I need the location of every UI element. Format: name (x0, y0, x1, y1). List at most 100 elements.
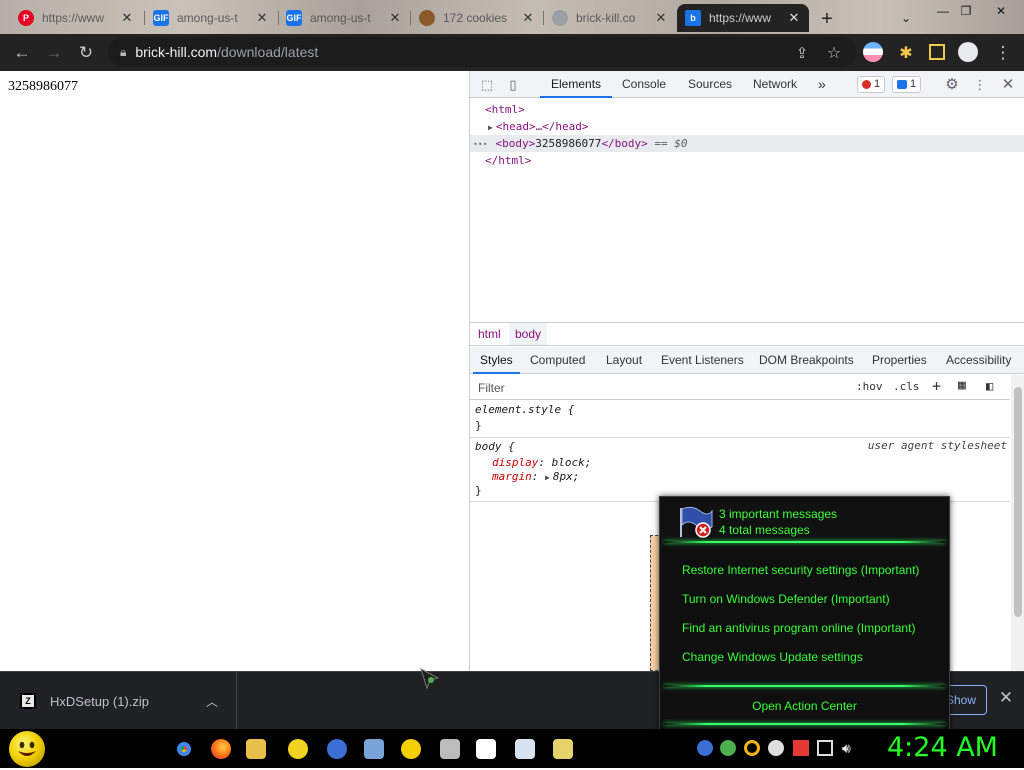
more-tabs-icon[interactable]: » (818, 71, 826, 98)
margin-declaration[interactable]: margin: ▶ 8px; (492, 469, 579, 485)
tab-styles[interactable]: Styles (473, 347, 520, 374)
share-icon[interactable]: ⇪ (790, 41, 814, 65)
reload-button[interactable]: ↻ (74, 41, 98, 65)
window-close-button[interactable]: ✕ (990, 2, 1012, 20)
breadcrumb-body[interactable]: body (509, 323, 548, 345)
filter-input[interactable] (476, 379, 846, 396)
action-item-windows-defender[interactable]: Turn on Windows Defender (Important) (682, 592, 890, 606)
smiley-app-icon[interactable] (288, 739, 308, 759)
files-icon[interactable] (553, 739, 573, 759)
tab-properties[interactable]: Properties (872, 347, 927, 374)
dom-node-head[interactable]: ▶ <head>…</head> (488, 118, 589, 135)
gear-icon[interactable]: ⚙ (943, 76, 961, 94)
tray-status-icon[interactable] (768, 740, 784, 756)
expand-triangle-icon[interactable]: ▶ (545, 473, 550, 482)
download-item[interactable]: Z HxDSetup (1).zip ︿ (0, 672, 237, 730)
action-item-security-settings[interactable]: Restore Internet security settings (Impo… (682, 563, 919, 577)
chevron-down-icon[interactable]: ⌄ (896, 8, 916, 28)
app-globe-icon[interactable] (327, 739, 347, 759)
notepad-icon[interactable] (515, 739, 535, 759)
dom-node-html[interactable]: <html> (485, 101, 525, 118)
error-icon (862, 80, 871, 89)
paint-app-icon[interactable] (440, 739, 460, 759)
network-globe-icon[interactable] (697, 740, 713, 756)
puzzle-icon[interactable]: ✱ (894, 41, 918, 65)
tab-accessibility[interactable]: Accessibility (946, 347, 1011, 374)
styles-scrollbar[interactable] (1011, 375, 1024, 671)
browser-tab-5[interactable]: brick-kill.co ✕ (544, 4, 676, 32)
display-icon[interactable] (817, 740, 833, 756)
system-clock[interactable]: 4:24 AM (887, 732, 998, 763)
open-action-center-button[interactable]: Open Action Center (664, 693, 945, 713)
hov-toggle[interactable]: :hov (856, 380, 883, 393)
minimize-button[interactable]: — (932, 2, 954, 20)
add-rule-button[interactable]: + (932, 377, 941, 395)
inspect-icon[interactable]: ⬚ (478, 76, 496, 94)
styles-subtabs: Styles Computed Layout Event Listeners D… (470, 347, 1024, 374)
search-icon[interactable] (744, 740, 760, 756)
action-item-antivirus[interactable]: Find an antivirus program online (Import… (682, 621, 915, 635)
new-tab-button[interactable]: + (816, 8, 838, 30)
sidebar-toggle-icon[interactable]: ◧ (986, 379, 993, 393)
dom-node-body-selected[interactable]: ••• <body>3258986077</body> == $0 (470, 135, 1024, 152)
element-style-selector[interactable]: element.style { (475, 402, 574, 418)
forward-button[interactable]: → (42, 41, 66, 65)
window-app-icon[interactable] (364, 739, 384, 759)
close-icon[interactable]: ✕ (255, 10, 269, 26)
tab-computed[interactable]: Computed (530, 347, 585, 374)
more-vert-icon[interactable]: ⋮ (991, 41, 1015, 65)
back-button[interactable]: ← (10, 41, 34, 65)
error-badge[interactable]: 1 (857, 76, 886, 93)
scroll-thumb[interactable] (1014, 387, 1022, 617)
tab-event-listeners[interactable]: Event Listeners (661, 347, 744, 374)
close-icon[interactable]: ✕ (120, 10, 134, 26)
more-vert-icon[interactable]: ⋮ (971, 76, 989, 94)
cls-toggle[interactable]: .cls (893, 380, 920, 393)
start-button[interactable] (9, 731, 45, 767)
close-icon[interactable]: ✕ (787, 10, 801, 26)
close-icon[interactable]: ✕ (388, 10, 402, 26)
volume-icon[interactable]: 🔊︎ (842, 740, 858, 756)
bookmark-star-icon[interactable]: ☆ (822, 41, 846, 65)
breadcrumb: html body (470, 322, 1024, 346)
close-icon[interactable]: ✕ (995, 687, 1017, 709)
firefox-icon[interactable] (211, 739, 231, 759)
node-menu-dots[interactable]: ••• (473, 140, 487, 149)
action-flag-icon[interactable] (793, 740, 809, 756)
close-icon[interactable]: ✕ (521, 10, 535, 26)
tab-network[interactable]: Network (753, 71, 797, 98)
tab-elements[interactable]: Elements (540, 71, 613, 98)
breadcrumb-html[interactable]: html (472, 323, 507, 345)
close-icon[interactable]: ✕ (999, 76, 1017, 94)
xbox-icon[interactable] (401, 739, 421, 759)
paint-icon[interactable]: ▦ (958, 378, 966, 393)
extension-flag-icon[interactable] (863, 42, 883, 62)
folder-icon[interactable] (246, 739, 266, 759)
browser-tab-3[interactable]: GIF among-us-t ✕ (278, 4, 410, 32)
chevron-up-icon[interactable]: ︿ (206, 693, 218, 710)
side-panel-icon[interactable] (929, 44, 945, 60)
tab-sources[interactable]: Sources (688, 71, 732, 98)
close-icon[interactable]: ✕ (654, 10, 668, 26)
chrome-icon[interactable] (174, 739, 194, 759)
profile-avatar-icon[interactable] (958, 42, 978, 62)
address-bar[interactable]: 🔒︎ brick-hill.com/download/latest (108, 37, 856, 67)
device-toolbar-icon[interactable]: ▯ (504, 76, 522, 94)
browser-tab-active[interactable]: b https://www ✕ (677, 4, 809, 32)
sevenzip-icon[interactable] (476, 739, 496, 759)
browser-tab-2[interactable]: GIF among-us-t ✕ (145, 4, 277, 32)
lock-icon[interactable]: 🔒︎ (120, 45, 126, 60)
message-badge[interactable]: 1 (892, 76, 922, 93)
tab-title: brick-kill.co (576, 11, 636, 25)
browser-tab-1[interactable]: P https://www ✕ (10, 4, 142, 32)
tray-app-icon[interactable] (720, 740, 736, 756)
gif-icon: GIF (153, 10, 169, 26)
tab-dom-breakpoints[interactable]: DOM Breakpoints (759, 347, 854, 374)
browser-tab-4[interactable]: 172 cookies ✕ (411, 4, 543, 32)
expand-triangle-icon[interactable]: ▶ (488, 123, 493, 132)
tab-console[interactable]: Console (622, 71, 666, 98)
action-item-windows-update[interactable]: Change Windows Update settings (682, 650, 863, 664)
body-selector[interactable]: body { (475, 439, 515, 455)
restore-button[interactable]: ❐ (955, 2, 977, 20)
tab-layout[interactable]: Layout (606, 347, 642, 374)
